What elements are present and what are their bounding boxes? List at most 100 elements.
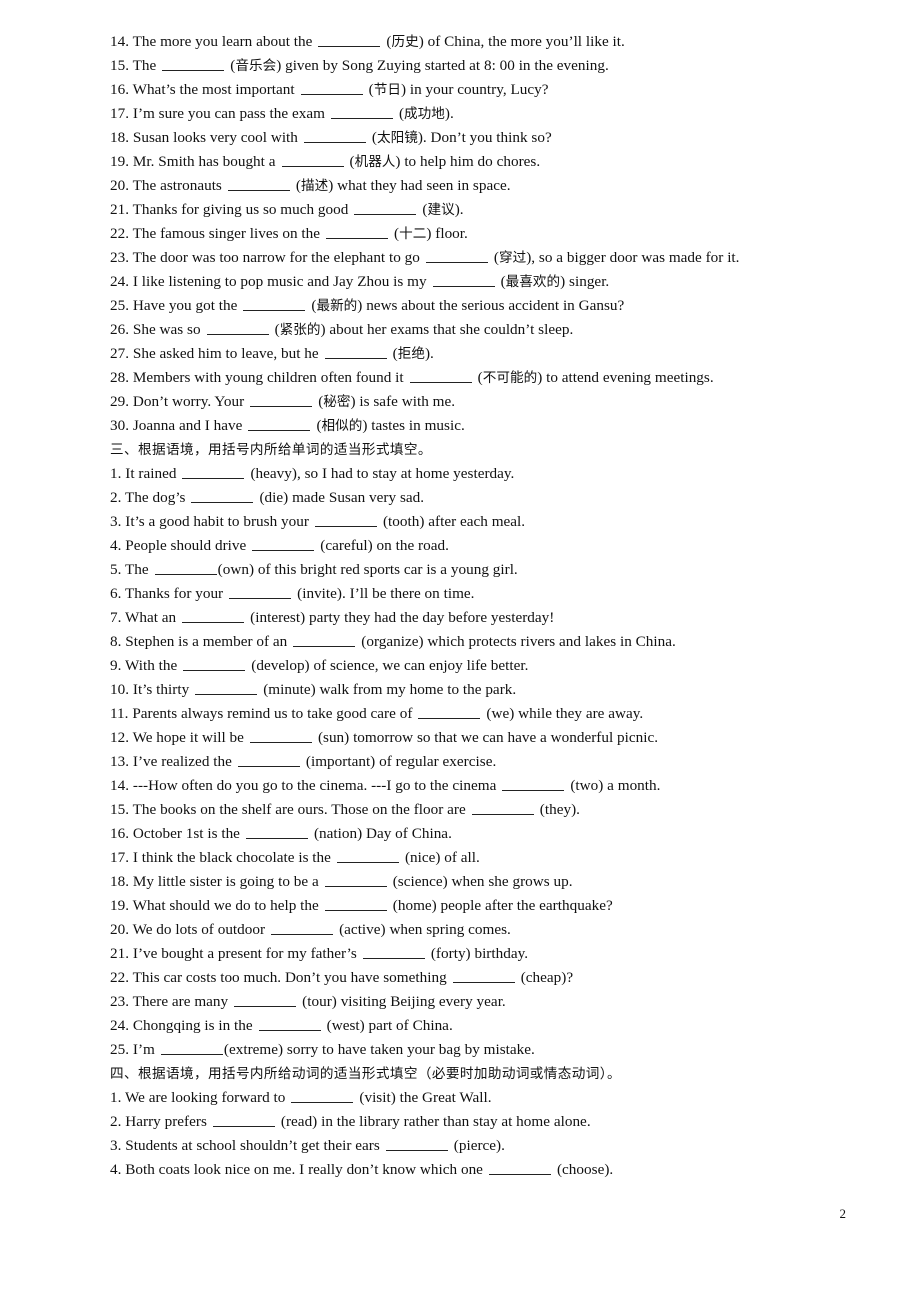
answer-blank[interactable] [154, 560, 217, 575]
answer-blank[interactable] [162, 56, 225, 71]
item-text-before-blank-latin: What should we do to help the [132, 897, 319, 914]
item-text-after-blank: (成功地). [399, 105, 454, 122]
answer-blank[interactable] [182, 608, 245, 623]
item-text-after-blank-latin: (extreme) sorry to have taken your bag b… [223, 1041, 535, 1058]
answer-blank[interactable] [362, 944, 425, 959]
item-text-after-blank-latin: (nation) Day of China. [313, 825, 452, 842]
item-text-before-blank: We hope it will be [133, 729, 244, 746]
exercise-item: 14. The more you learn about the (历史) of … [110, 30, 825, 54]
answer-blank[interactable] [409, 368, 472, 383]
answer-blank[interactable] [326, 224, 389, 239]
exercise-item: 29. Don’t worry. Your (秘密) is safe with m… [110, 390, 825, 414]
item-text-before-blank-latin: It’s a good habit to brush your [125, 513, 309, 530]
answer-blank[interactable] [471, 800, 534, 815]
item-text-before-blank-latin: The astronauts [132, 177, 222, 194]
exercise-item: 16. October 1st is the (nation) Day of Ch… [110, 822, 825, 846]
answer-blank[interactable] [432, 272, 495, 287]
answer-blank[interactable] [281, 152, 344, 167]
answer-blank[interactable] [385, 1136, 448, 1151]
item-text-before-blank: The [133, 57, 157, 74]
answer-blank[interactable] [318, 32, 381, 47]
item-text-after-blank-latin: (we) while they are away. [486, 705, 644, 722]
answer-blank[interactable] [248, 416, 311, 431]
item-text-after-blank-latin: ). [444, 105, 454, 122]
item-text-before-blank: Thanks for your [125, 585, 223, 602]
answer-blank[interactable] [160, 1040, 223, 1055]
item-text-before-blank-latin: It’s thirty [132, 681, 190, 698]
item-text-before-blank-latin: It rained [125, 465, 177, 482]
item-text-after-blank-cjk: 太阳镜 [377, 130, 418, 146]
item-number: 24. [110, 273, 133, 290]
item-text-after-blank: (die) made Susan very sad. [259, 489, 424, 506]
item-number: 12. [110, 729, 133, 746]
exercise-item: 11. Parents always remind us to take goo… [110, 702, 825, 726]
exercise-item: 19. What should we do to help the (home) … [110, 894, 825, 918]
item-text-after-blank: (秘密) is safe with me. [318, 393, 455, 410]
answer-blank[interactable] [293, 632, 356, 647]
answer-blank[interactable] [300, 80, 363, 95]
item-text-after-blank-latin: ) in your country, Lucy? [400, 81, 549, 98]
answer-blank[interactable] [182, 464, 245, 479]
answer-blank[interactable] [234, 992, 297, 1007]
item-text-after-blank: (nation) Day of China. [314, 825, 452, 842]
answer-blank[interactable] [354, 200, 417, 215]
answer-blank[interactable] [452, 968, 515, 983]
answer-blank[interactable] [250, 392, 313, 407]
answer-blank[interactable] [488, 1160, 551, 1175]
item-text-after-blank: (描述) what they had seen in space. [296, 177, 511, 194]
answer-blank[interactable] [212, 1112, 275, 1127]
answer-blank[interactable] [314, 512, 377, 527]
item-number: 25. [110, 297, 133, 314]
item-text-after-blank-latin: ) to help him do chores. [395, 153, 541, 170]
exercise-item: 23. The door was too narrow for the elep… [110, 246, 825, 270]
item-text-after-blank-cjk: 拒绝 [397, 346, 425, 362]
item-number: 14. [110, 33, 133, 50]
item-text-after-blank-latin: (nice) of all. [404, 849, 480, 866]
answer-blank[interactable] [418, 704, 481, 719]
item-text-after-blank-latin: (tooth) after each meal. [382, 513, 526, 530]
answer-blank[interactable] [258, 1016, 321, 1031]
answer-blank[interactable] [336, 848, 399, 863]
exercise-item: 2. Harry prefers (read) in the library ra… [110, 1110, 825, 1134]
answer-blank[interactable] [252, 536, 315, 551]
answer-blank[interactable] [245, 824, 308, 839]
answer-blank[interactable] [195, 680, 258, 695]
answer-blank[interactable] [330, 104, 393, 119]
answer-blank[interactable] [303, 128, 366, 143]
item-text-after-blank-latin: (minute) walk from my home to the park. [263, 681, 517, 698]
answer-blank[interactable] [271, 920, 334, 935]
item-text-after-blank: (science) when she grows up. [393, 873, 573, 890]
answer-blank[interactable] [229, 584, 292, 599]
item-text-after-blank: (we) while they are away. [486, 705, 643, 722]
answer-blank[interactable] [206, 320, 269, 335]
item-text-before-blank-latin: There are many [132, 993, 229, 1010]
item-text-after-blank: (extreme) sorry to have taken your bag b… [224, 1041, 535, 1058]
item-text-before-blank: Both coats look nice on me. I really don… [125, 1161, 483, 1178]
answer-blank[interactable] [324, 344, 387, 359]
item-text-after-blank: (two) a month. [570, 777, 660, 794]
answer-blank[interactable] [191, 488, 254, 503]
answer-blank[interactable] [291, 1088, 354, 1103]
item-number: 2. [110, 1113, 126, 1130]
answer-blank[interactable] [243, 296, 306, 311]
answer-blank[interactable] [183, 656, 246, 671]
exercise-item: 6. Thanks for your (invite). I’ll be ther… [110, 582, 825, 606]
answer-blank[interactable] [502, 776, 565, 791]
section-heading: 四、根据语境，用括号内所给动词的适当形式填空（必要时加助动词或情态动词）。 [110, 1062, 825, 1086]
answer-blank[interactable] [249, 728, 312, 743]
item-text-after-blank: (十二) floor. [394, 225, 468, 242]
answer-blank[interactable] [324, 896, 387, 911]
answer-blank[interactable] [237, 752, 300, 767]
item-number: 1. [110, 465, 126, 482]
item-text-after-blank: (choose). [557, 1161, 613, 1178]
answer-blank[interactable] [324, 872, 387, 887]
answer-blank[interactable] [227, 176, 290, 191]
item-text-after-blank: (节日) in your country, Lucy? [369, 81, 549, 98]
exercise-item: 18. My little sister is going to be a (sc… [110, 870, 825, 894]
item-text-before-blank: Harry prefers [125, 1113, 207, 1130]
item-text-after-blank-latin: (visit) the Great Wall. [359, 1089, 492, 1106]
answer-blank[interactable] [425, 248, 488, 263]
item-number: 22. [110, 225, 133, 242]
exercise-item: 2. The dog’s (die) made Susan very sad. [110, 486, 825, 510]
item-text-before-blank-latin: Members with young children often found … [132, 369, 404, 386]
